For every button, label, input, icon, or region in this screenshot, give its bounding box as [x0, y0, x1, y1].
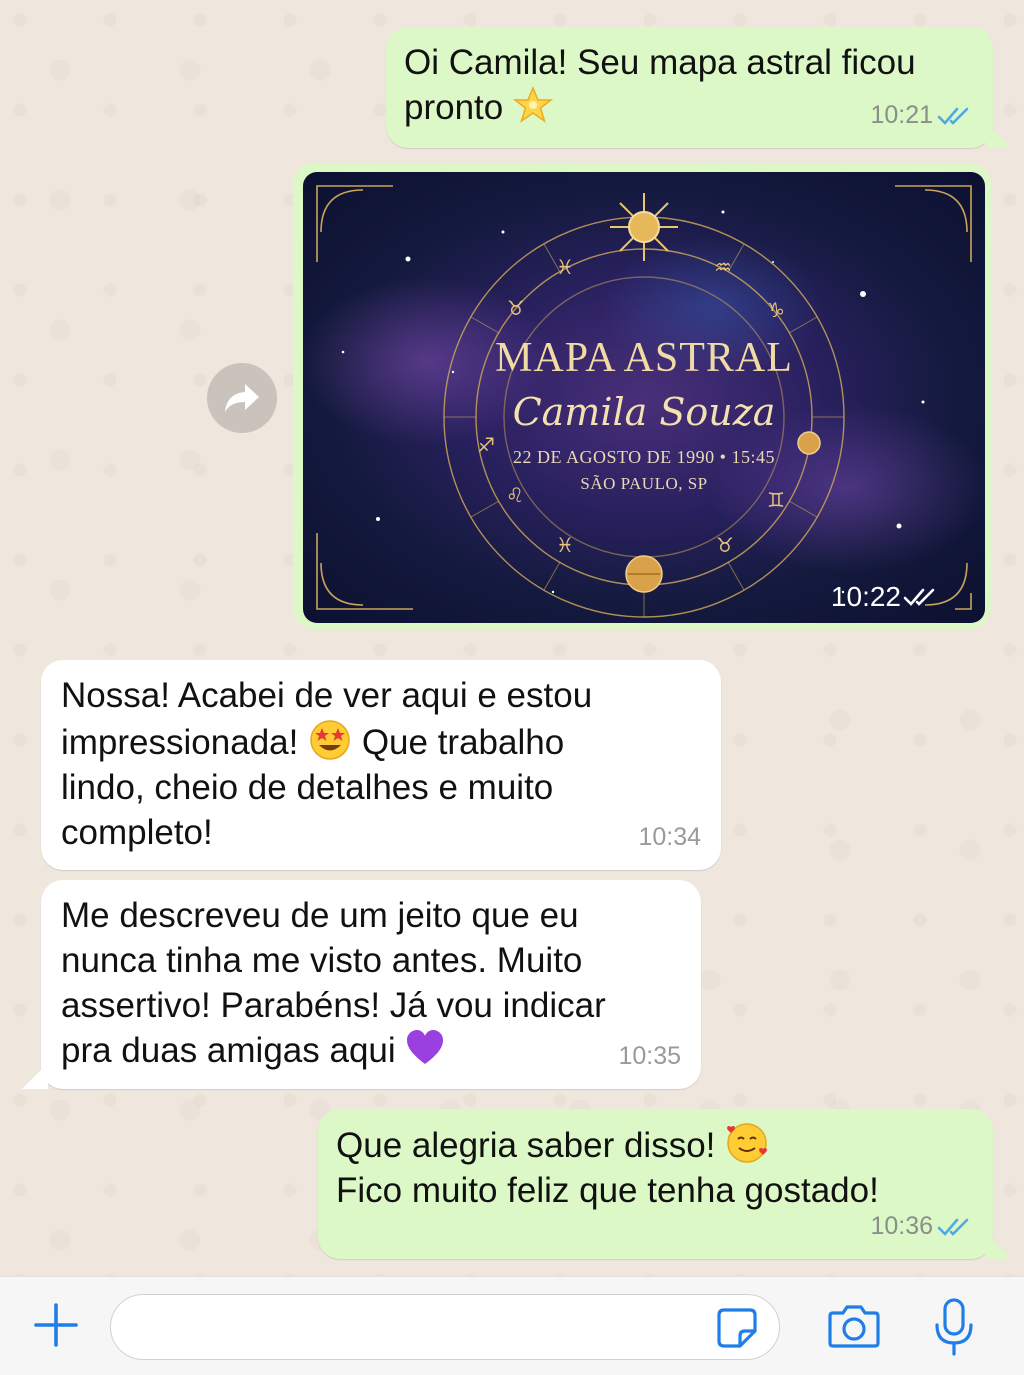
message-meta: 10:36	[870, 1204, 973, 1249]
card-place: SÃO PAULO, SP	[580, 474, 708, 493]
forward-icon	[225, 384, 259, 412]
message-incoming[interactable]: Nossa! Acabei de ver aqui e estou impres…	[41, 660, 721, 870]
message-text: Me descreveu de um jeito que eu nunca ti…	[61, 896, 606, 1070]
message-time: 10:34	[638, 823, 701, 851]
astral-map-image[interactable]: ♓ ♒ ♉ ♑ ♐ ♌ ♊ ♓ ♉ MAPA ASTRAL Camila Souza 2…	[303, 172, 985, 623]
double-check-icon	[937, 107, 969, 125]
message-outgoing[interactable]: Que alegria saber disso! Fico muito feli…	[318, 1109, 993, 1259]
microphone-icon[interactable]	[932, 1297, 976, 1357]
message-outgoing[interactable]: Oi Camila! Seu mapa astral ficou pronto …	[386, 27, 993, 148]
message-text-part: Que alegria saber disso!	[336, 1126, 716, 1165]
message-meta: 10:34	[638, 815, 701, 860]
message-text: Oi Camila! Seu mapa astral ficou pronto	[404, 43, 916, 127]
forward-button[interactable]	[207, 363, 277, 433]
glowing-star-emoji	[512, 86, 553, 123]
svg-text:♒: ♒	[714, 255, 732, 279]
double-check-icon	[937, 1218, 969, 1236]
composer-bar	[0, 1276, 1024, 1375]
svg-text:♓: ♓	[556, 255, 574, 279]
message-time: 10:22	[830, 581, 901, 612]
svg-text:♓: ♓	[556, 533, 574, 557]
smiling-face-with-hearts-emoji	[727, 1123, 768, 1163]
svg-text:♑: ♑	[767, 298, 785, 322]
sticker-icon[interactable]	[716, 1307, 758, 1349]
message-incoming[interactable]: Me descreveu de um jeito que eu nunca ti…	[41, 880, 701, 1089]
message-input[interactable]	[110, 1294, 780, 1360]
purple-heart-emoji	[407, 1030, 444, 1064]
star-struck-emoji	[310, 720, 350, 760]
message-meta: 10:35	[618, 1034, 681, 1079]
double-check-icon	[903, 588, 935, 606]
card-name: Camila Souza	[512, 390, 776, 434]
svg-text:♉: ♉	[716, 533, 734, 557]
message-text-part: Fico muito feliz que tenha gostado!	[336, 1171, 879, 1210]
message-time: 10:21	[870, 101, 933, 129]
svg-text:♉: ♉	[507, 296, 525, 320]
plus-icon[interactable]	[33, 1302, 79, 1348]
message-meta: 10:22	[831, 581, 939, 613]
message-meta: 10:21	[870, 93, 973, 138]
card-date: 22 DE AGOSTO DE 1990 • 15:45	[513, 447, 775, 467]
camera-icon[interactable]	[827, 1303, 881, 1349]
message-time: 10:36	[870, 1212, 933, 1240]
message-time: 10:35	[618, 1042, 681, 1070]
card-title: MAPA ASTRAL	[495, 335, 793, 381]
